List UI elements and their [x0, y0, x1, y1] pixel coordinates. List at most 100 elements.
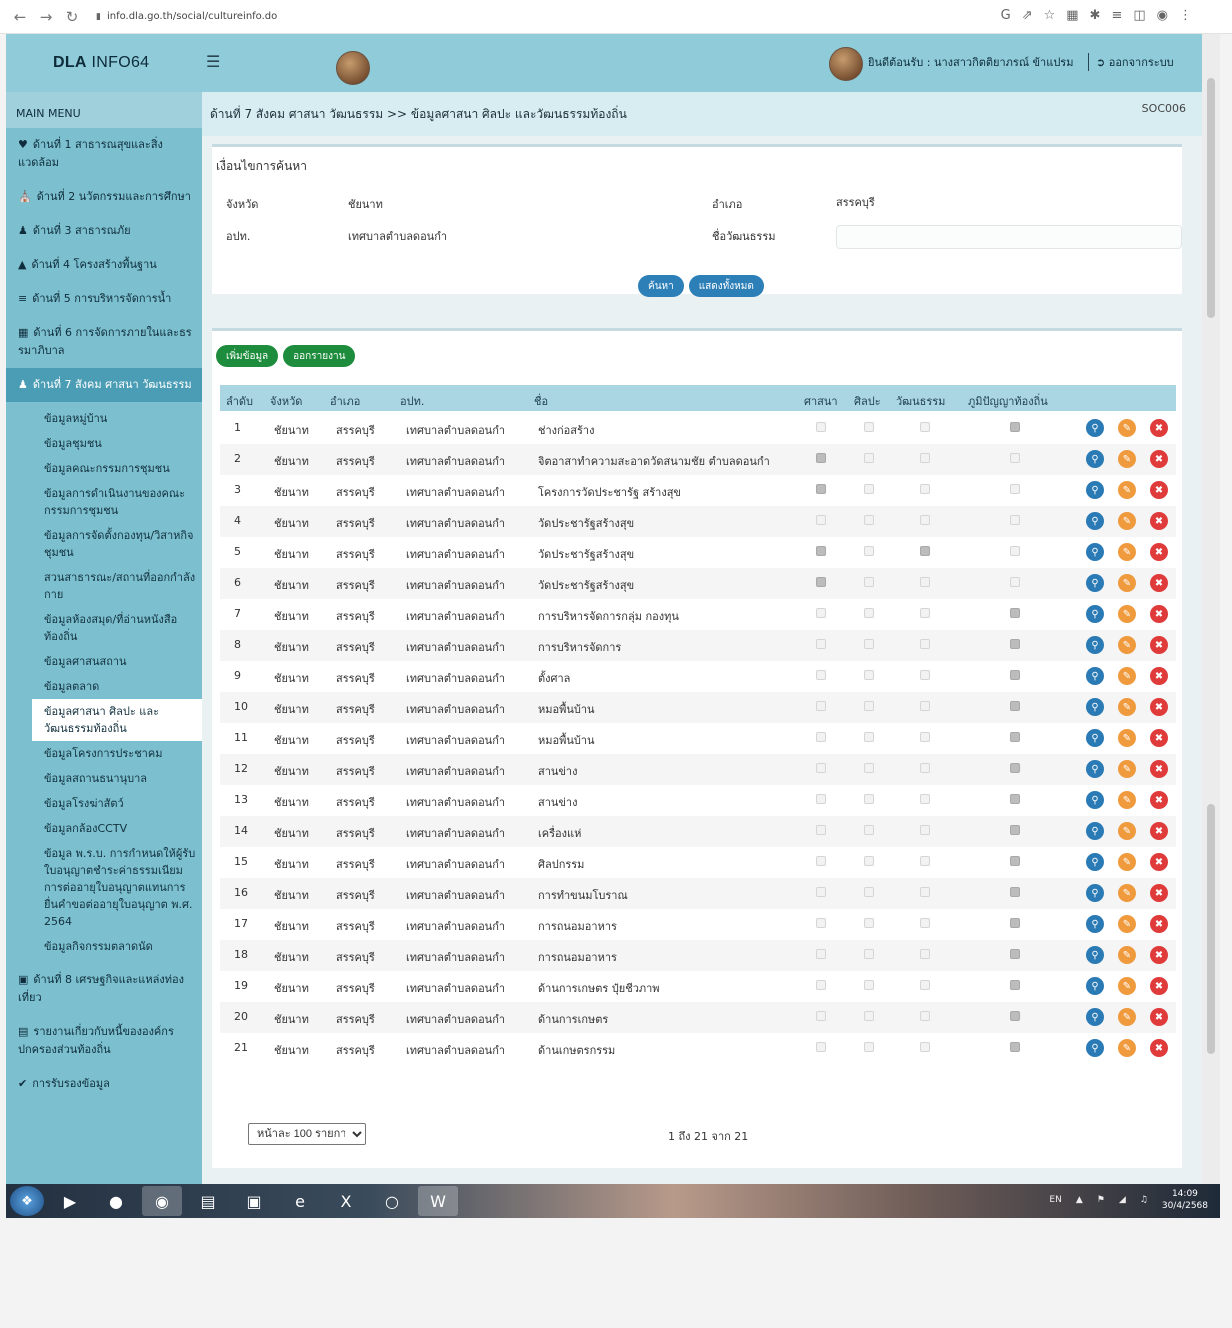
edit-button[interactable]: ✎: [1118, 698, 1136, 716]
sidebar-item-water[interactable]: ≡ ด้านที่ 5 การบริหารจัดการน้ำ: [6, 282, 202, 316]
extension-icon[interactable]: ▦: [1066, 8, 1078, 23]
delete-button[interactable]: ✖: [1150, 481, 1168, 499]
forward-icon[interactable]: →: [34, 5, 58, 29]
view-button[interactable]: ⚲: [1086, 543, 1104, 561]
sub-item-cctv[interactable]: ข้อมูลกล้องCCTV: [6, 816, 202, 841]
sub-item-committee-work[interactable]: ข้อมูลการดำเนินงานของคณะกรรมการชุมชน: [6, 481, 202, 523]
profile-icon[interactable]: ◉: [1157, 8, 1168, 23]
sidebar-item-economy[interactable]: ▣ ด้านที่ 8 เศรษฐกิจและแหล่งท่องเที่ยว: [6, 963, 202, 1015]
delete-button[interactable]: ✖: [1150, 543, 1168, 561]
tray-expand-icon[interactable]: ▲: [1076, 1195, 1083, 1205]
view-button[interactable]: ⚲: [1086, 1008, 1104, 1026]
edit-button[interactable]: ✎: [1118, 791, 1136, 809]
edit-button[interactable]: ✎: [1118, 915, 1136, 933]
puzzle-icon[interactable]: ✱: [1090, 8, 1101, 23]
sidebar-item-debt-report[interactable]: ▤ รายงานเกี่ยวกับหนี้ขององค์กรปกครองส่วนท…: [6, 1015, 202, 1067]
sidebar-item-infrastructure[interactable]: ▲ ด้านที่ 4 โครงสร้างพื้นฐาน: [6, 248, 202, 282]
edit-button[interactable]: ✎: [1118, 946, 1136, 964]
sub-item-pawnshop[interactable]: ข้อมูลสถานธนานุบาล: [6, 766, 202, 791]
menu-dots-icon[interactable]: ⋮: [1179, 8, 1192, 23]
view-button[interactable]: ⚲: [1086, 605, 1104, 623]
sub-item-fund[interactable]: ข้อมูลการจัดตั้งกองทุน/วิสาหกิจชุมชน: [6, 523, 202, 565]
delete-button[interactable]: ✖: [1150, 574, 1168, 592]
sidebar-item-health[interactable]: ♥ ด้านที่ 1 สาธารณสุขและสิ่งแวดล้อม: [6, 128, 202, 180]
chrome-icon[interactable]: ◉: [142, 1186, 182, 1216]
view-button[interactable]: ⚲: [1086, 667, 1104, 685]
view-button[interactable]: ⚲: [1086, 419, 1104, 437]
address-bar[interactable]: ▮ info.dla.go.th/social/cultureinfo.do: [96, 11, 277, 22]
edit-button[interactable]: ✎: [1118, 450, 1136, 468]
delete-button[interactable]: ✖: [1150, 667, 1168, 685]
site-info-icon[interactable]: ▮: [96, 12, 101, 22]
share-icon[interactable]: ⇗: [1022, 8, 1033, 23]
view-button[interactable]: ⚲: [1086, 977, 1104, 995]
camera-app-icon[interactable]: ▣: [234, 1186, 274, 1216]
back-icon[interactable]: ←: [8, 5, 32, 29]
scroll-thumb-lower[interactable]: [1207, 804, 1215, 1054]
delete-button[interactable]: ✖: [1150, 636, 1168, 654]
sub-item-religious-place[interactable]: ข้อมูลศาสนสถาน: [6, 649, 202, 674]
delete-button[interactable]: ✖: [1150, 946, 1168, 964]
firefox-icon[interactable]: ●: [96, 1186, 136, 1216]
delete-button[interactable]: ✖: [1150, 450, 1168, 468]
edit-button[interactable]: ✎: [1118, 977, 1136, 995]
delete-button[interactable]: ✖: [1150, 977, 1168, 995]
sidebar-item-social[interactable]: ♟ ด้านที่ 7 สังคม ศาสนา วัฒนธรรม: [6, 368, 202, 402]
sub-item-park[interactable]: สวนสาธารณะ/สถานที่ออกกำลังกาย: [6, 565, 202, 607]
media-player-icon[interactable]: ▶: [50, 1186, 90, 1216]
show-all-button[interactable]: แสดงทั้งหมด: [688, 275, 764, 297]
view-button[interactable]: ⚲: [1086, 760, 1104, 778]
col-wisdom[interactable]: ภูมิปัญญาท้องถิ่น: [968, 392, 1048, 410]
col-district[interactable]: อำเภอ: [330, 392, 360, 410]
view-button[interactable]: ⚲: [1086, 1039, 1104, 1057]
view-button[interactable]: ⚲: [1086, 450, 1104, 468]
sub-item-market[interactable]: ข้อมูลตลาด: [6, 674, 202, 699]
view-button[interactable]: ⚲: [1086, 512, 1104, 530]
edit-button[interactable]: ✎: [1118, 1039, 1136, 1057]
view-button[interactable]: ⚲: [1086, 698, 1104, 716]
view-button[interactable]: ⚲: [1086, 946, 1104, 964]
edit-button[interactable]: ✎: [1118, 884, 1136, 902]
col-province[interactable]: จังหวัด: [270, 392, 302, 410]
sidebar-item-disaster[interactable]: ♟ ด้านที่ 3 สาธารณภัย: [6, 214, 202, 248]
network-icon[interactable]: ◢: [1119, 1195, 1126, 1205]
col-art[interactable]: ศิลปะ: [854, 392, 881, 410]
edit-button[interactable]: ✎: [1118, 667, 1136, 685]
col-religion[interactable]: ศาสนา: [804, 392, 838, 410]
edit-button[interactable]: ✎: [1118, 419, 1136, 437]
view-button[interactable]: ⚲: [1086, 574, 1104, 592]
org-select[interactable]: เทศบาลตำบลดอนกำ: [348, 227, 447, 245]
word-icon[interactable]: W: [418, 1186, 458, 1216]
delete-button[interactable]: ✖: [1150, 853, 1168, 871]
edit-button[interactable]: ✎: [1118, 605, 1136, 623]
sub-item-committee[interactable]: ข้อมูลคณะกรรมการชุมชน: [6, 456, 202, 481]
flag-icon[interactable]: ⚑: [1097, 1195, 1105, 1205]
page-size-select[interactable]: หน้าละ 100 รายการ: [248, 1123, 366, 1145]
logout-link[interactable]: ➲ ออกจากระบบ: [1088, 53, 1174, 71]
page-scrollbar[interactable]: [1202, 34, 1220, 1184]
volume-icon[interactable]: ♫: [1140, 1195, 1148, 1205]
scroll-thumb[interactable]: [1207, 78, 1215, 318]
line-app-icon[interactable]: ○: [372, 1186, 412, 1216]
edit-button[interactable]: ✎: [1118, 481, 1136, 499]
delete-button[interactable]: ✖: [1150, 419, 1168, 437]
col-org[interactable]: อปท.: [400, 392, 424, 410]
sidepanel-icon[interactable]: ◫: [1133, 8, 1145, 23]
delete-button[interactable]: ✖: [1150, 698, 1168, 716]
delete-button[interactable]: ✖: [1150, 791, 1168, 809]
province-select[interactable]: ชัยนาท: [348, 195, 383, 213]
sub-item-civic-project[interactable]: ข้อมูลโครงการประชาคม: [6, 741, 202, 766]
media-icon[interactable]: ≡: [1111, 8, 1122, 23]
edit-button[interactable]: ✎: [1118, 574, 1136, 592]
delete-button[interactable]: ✖: [1150, 512, 1168, 530]
edit-button[interactable]: ✎: [1118, 636, 1136, 654]
sub-item-religion-culture[interactable]: ข้อมูลศาสนา ศิลปะ และวัฒนธรรมท้องถิ่น: [32, 699, 202, 741]
edit-button[interactable]: ✎: [1118, 760, 1136, 778]
view-button[interactable]: ⚲: [1086, 481, 1104, 499]
district-select[interactable]: สรรคบุรี: [836, 193, 875, 211]
export-report-button[interactable]: ออกรายงาน: [283, 345, 356, 367]
delete-button[interactable]: ✖: [1150, 884, 1168, 902]
add-data-button[interactable]: เพิ่มข้อมูล: [216, 345, 279, 367]
col-name[interactable]: ชื่อ: [534, 392, 548, 410]
sub-item-license-act[interactable]: ข้อมูล พ.ร.บ. การกำหนดให้ผู้รับใบอนุญาตช…: [6, 841, 202, 934]
